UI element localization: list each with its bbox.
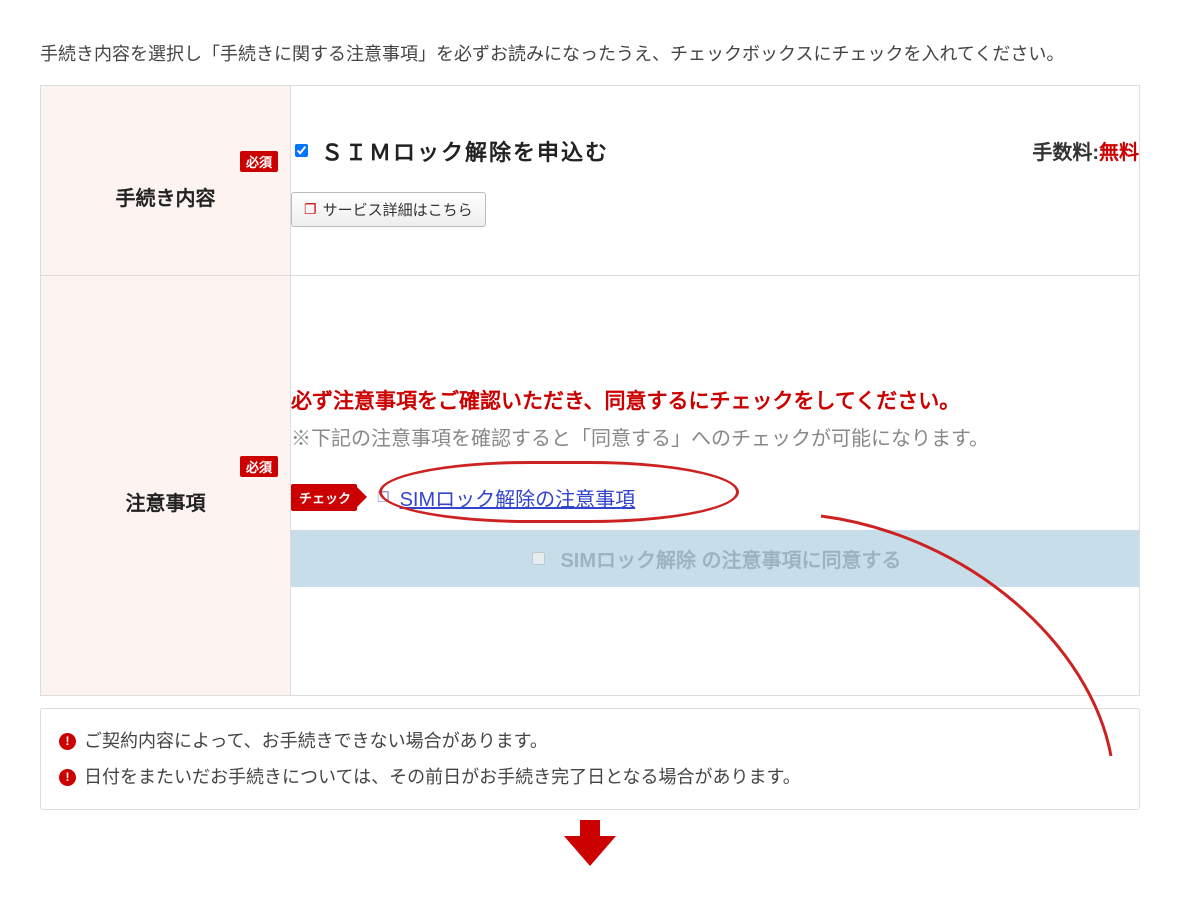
fee-value: 無料 [1099,142,1139,164]
warning-text: 必ず注意事項をご確認いただき、同意するにチェックをしてください。 [291,385,1139,419]
row-notes-content: 必ず注意事項をご確認いただき、同意するにチェックをしてください。 ※下記の注意事… [291,276,1140,696]
notes-label: 注意事項 [126,487,206,516]
footer-note-text: ご契約内容によって、お手続きできない場合があります。 [84,723,548,759]
footer-notes-box: ! ご契約内容によって、お手続きできない場合があります。 ! 日付をまたいだお手… [40,708,1140,810]
alert-icon: ! [59,733,76,750]
fee-display: 手数料:無料 [1032,136,1139,165]
agree-bar: SIMロック解除 の注意事項に同意する [291,530,1139,587]
sim-unlock-terms-link[interactable]: SIMロック解除の注意事項 [400,483,636,512]
form-table: 必須 手続き内容 ＳＩＭロック解除を申込む 手数料:無料 ❐ サービス詳細はこち… [40,85,1140,696]
agree-checkbox[interactable] [532,552,545,565]
footer-note-line: ! ご契約内容によって、お手続きできない場合があります。 [59,723,1121,759]
footer-note-line: ! 日付をまたいだお手続きについては、その前日がお手続き完了日となる場合がありま… [59,759,1121,795]
apply-sim-unlock-checkbox[interactable] [295,144,308,157]
popup-icon: ❐ [304,201,317,218]
note-text: ※下記の注意事項を確認すると「同意する」へのチェックが可能になります。 [291,423,1139,455]
row-procedure-content: ＳＩＭロック解除を申込む 手数料:無料 ❐ サービス詳細はこちら [291,86,1140,276]
service-detail-button-label: サービス詳細はこちら [323,199,473,220]
down-arrow-icon [40,820,1140,868]
service-detail-button[interactable]: ❐ サービス詳細はこちら [291,192,486,227]
apply-sim-unlock-label: ＳＩＭロック解除を申込む [321,135,609,167]
popup-icon: ❐ [377,489,390,506]
alert-icon: ! [59,769,76,786]
intro-text: 手続き内容を選択し「手続きに関する注意事項」を必ずお読みになったうえ、チェックボ… [40,38,1140,70]
row-procedure-label-cell: 必須 手続き内容 [41,86,291,276]
footer-note-text: 日付をまたいだお手続きについては、その前日がお手続き完了日となる場合があります。 [84,759,801,795]
check-badge: チェック [291,484,357,511]
required-badge: 必須 [240,456,278,477]
fee-label: 手数料: [1032,142,1099,164]
agree-label: SIMロック解除 の注意事項に同意する [560,544,901,573]
procedure-label: 手続き内容 [116,182,216,211]
row-notes-label-cell: 必須 注意事項 [41,276,291,696]
required-badge: 必須 [240,151,278,172]
